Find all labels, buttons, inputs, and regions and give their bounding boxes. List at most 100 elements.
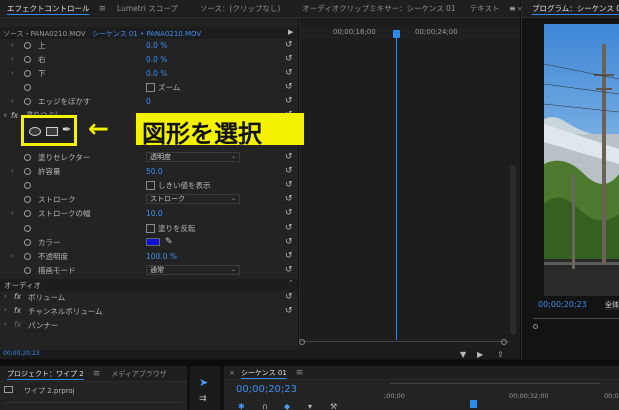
stopwatch-icon[interactable] xyxy=(24,238,31,246)
prop-value[interactable]: 50.0 xyxy=(146,167,163,176)
fx-icon[interactable]: fx xyxy=(14,292,21,301)
timeline-ruler[interactable]: 00;00;16;00 00;00;24;00 xyxy=(299,27,520,39)
program-scrubber[interactable] xyxy=(533,318,619,330)
tab-lumetri-scopes[interactable]: Lumetri スコープ xyxy=(110,3,185,14)
ellipse-mask-icon[interactable] xyxy=(29,127,41,136)
expand-chevron-icon[interactable]: › xyxy=(4,306,7,314)
zoom-checkbox[interactable] xyxy=(146,82,155,92)
selection-tool-icon[interactable]: ➤ xyxy=(199,376,208,389)
add-marker-icon[interactable]: ◆ xyxy=(284,402,290,410)
color-swatch[interactable] xyxy=(146,238,160,246)
expand-chevron-icon[interactable]: › xyxy=(11,41,14,49)
reset-icon[interactable]: ↺ xyxy=(285,54,293,64)
expand-chevron-icon[interactable]: › xyxy=(11,97,14,105)
tab-sequence-01[interactable]: シーケンス 01 xyxy=(234,368,294,378)
reset-icon[interactable]: ↺ xyxy=(285,306,293,316)
scroll-handle-right[interactable] xyxy=(501,339,507,345)
vertical-scrollbar[interactable] xyxy=(510,165,516,335)
reset-icon[interactable]: ↺ xyxy=(285,237,293,247)
fx-icon[interactable]: fx xyxy=(14,306,21,315)
filter-icon[interactable]: ▼ xyxy=(460,350,466,359)
reset-icon[interactable]: ↺ xyxy=(285,223,293,233)
fx-icon[interactable]: fx xyxy=(11,111,18,120)
snap-icon[interactable]: ✱ xyxy=(238,402,245,410)
stopwatch-icon[interactable] xyxy=(24,167,31,175)
reset-icon[interactable]: ↺ xyxy=(285,166,293,176)
stopwatch-icon[interactable] xyxy=(24,41,31,49)
show-threshold-checkbox[interactable] xyxy=(146,180,155,190)
panel-menu-icon[interactable]: ≡ xyxy=(99,4,107,14)
tab-program-monitor[interactable]: プログラム：シーケンス 01 xyxy=(522,3,619,14)
collapse-up-icon[interactable]: ⌃ xyxy=(288,279,294,287)
tab-text[interactable]: テキスト xyxy=(463,3,507,14)
stroke-dropdown[interactable]: ストローク ⌄ xyxy=(146,194,240,204)
fit-dropdown[interactable]: 全体 xyxy=(605,300,619,310)
panel-menu-icon[interactable]: ≡ xyxy=(296,368,304,378)
reset-icon[interactable]: ↺ xyxy=(285,208,293,218)
sequence-zoom-scrollbar[interactable] xyxy=(390,383,600,388)
stopwatch-icon[interactable] xyxy=(24,69,31,77)
reset-icon[interactable]: ↺ xyxy=(285,194,293,204)
tab-effect-controls[interactable]: エフェクトコントロール xyxy=(0,3,97,14)
sequence-playhead[interactable] xyxy=(470,400,477,408)
stopwatch-icon[interactable] xyxy=(24,83,31,91)
invert-fill-checkbox[interactable] xyxy=(146,223,155,233)
collapse-chevron-icon[interactable]: ∨ xyxy=(3,112,7,119)
blend-mode-dropdown[interactable]: 通常 ⌄ xyxy=(146,265,240,275)
expand-chevron-icon[interactable]: › xyxy=(11,252,14,260)
reset-icon[interactable]: ↺ xyxy=(285,292,293,302)
marker-icon[interactable]: ▾ xyxy=(308,402,312,410)
stopwatch-icon[interactable] xyxy=(24,97,31,105)
play-audio-icon[interactable]: ▶ xyxy=(477,350,483,359)
stopwatch-icon[interactable] xyxy=(24,153,31,161)
fx-icon[interactable]: fx xyxy=(14,320,21,329)
reset-icon[interactable]: ↺ xyxy=(285,96,293,106)
effect-timeline-area[interactable] xyxy=(299,18,520,350)
wrench-icon[interactable]: ⚒ xyxy=(330,402,337,410)
expand-chevron-icon[interactable]: › xyxy=(4,320,7,328)
panel-menu-icon[interactable]: ≡ xyxy=(509,4,516,13)
reset-icon[interactable]: ↺ xyxy=(285,68,293,78)
prop-value[interactable]: 0 xyxy=(146,97,151,106)
play-clip-icon[interactable]: ▶ xyxy=(288,28,293,36)
stopwatch-icon[interactable] xyxy=(24,195,31,203)
stopwatch-icon[interactable] xyxy=(24,181,31,189)
reset-icon[interactable]: ↺ xyxy=(285,82,293,92)
prop-value[interactable]: 10.0 xyxy=(146,209,163,218)
tab-audio-clip-mixer[interactable]: オーディオクリップミキサー：シーケンス 01 xyxy=(295,3,462,14)
scrubber-handle[interactable] xyxy=(533,324,538,329)
expand-chevron-icon[interactable]: › xyxy=(11,167,14,175)
reset-icon[interactable]: ↺ xyxy=(285,152,293,162)
pen-mask-icon[interactable]: ✒ xyxy=(62,123,71,136)
tab-project[interactable]: プロジェクト：ワイプ 2 xyxy=(0,369,91,379)
fill-selector-dropdown[interactable]: 透明度 ⌄ xyxy=(146,152,240,162)
project-file-name[interactable]: ワイプ 2.prproj xyxy=(24,386,75,396)
prop-value[interactable]: 100.0 % xyxy=(146,252,177,261)
track-select-tool-icon[interactable]: ⇉ xyxy=(199,394,207,404)
linked-selection-icon[interactable]: ∩ xyxy=(262,402,268,410)
eyedropper-icon[interactable]: ✎ xyxy=(165,237,173,247)
effect-timecode[interactable]: 00;00;20;23 xyxy=(3,350,40,357)
reset-icon[interactable]: ↺ xyxy=(285,180,293,190)
close-tab-icon[interactable]: × xyxy=(229,369,235,377)
expand-chevron-icon[interactable]: › xyxy=(4,292,7,300)
project-search-row[interactable] xyxy=(4,402,182,410)
playhead-handle[interactable] xyxy=(393,30,400,38)
rectangle-mask-icon[interactable] xyxy=(46,127,58,136)
tab-media-browser[interactable]: メディアブラウザ xyxy=(104,369,174,379)
reset-icon[interactable]: ↺ xyxy=(285,40,293,50)
expand-chevron-icon[interactable]: › xyxy=(11,55,14,63)
program-video-frame[interactable] xyxy=(544,24,619,296)
prop-value[interactable]: 0.0 % xyxy=(146,69,167,78)
stopwatch-icon[interactable] xyxy=(24,55,31,63)
prop-value[interactable]: 0.0 % xyxy=(146,41,167,50)
program-timecode[interactable]: 00;00;20;23 xyxy=(538,300,587,309)
expand-chevron-icon[interactable]: › xyxy=(11,209,14,217)
horizontal-scrollbar[interactable] xyxy=(299,339,509,346)
stopwatch-icon[interactable] xyxy=(24,224,31,232)
export-frame-icon[interactable]: ⇪ xyxy=(497,350,504,359)
reset-icon[interactable]: ↺ xyxy=(285,251,293,261)
expand-chevron-icon[interactable]: › xyxy=(11,69,14,77)
stopwatch-icon[interactable] xyxy=(24,266,31,274)
tab-source[interactable]: ソース：(クリップなし) xyxy=(193,3,287,14)
